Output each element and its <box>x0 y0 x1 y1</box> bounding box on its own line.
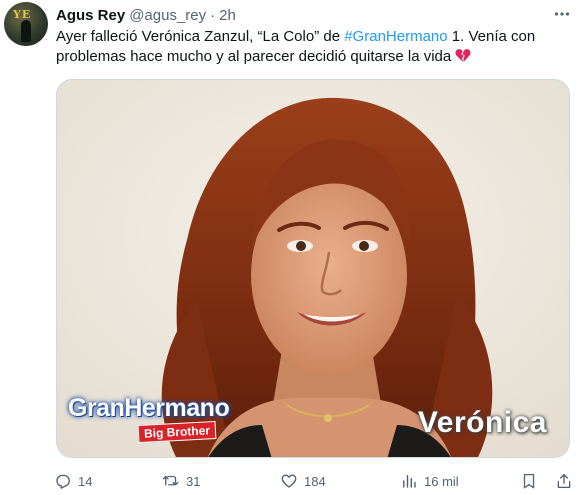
broken-heart-icon <box>455 49 471 62</box>
tweet-timestamp[interactable]: 2h <box>219 7 236 24</box>
more-icon <box>554 12 570 16</box>
views-count: 16 mil <box>424 473 459 489</box>
photo-caption-name: Verónica <box>417 406 547 439</box>
avatar-text: YE <box>13 8 32 21</box>
tweet-actions-bar: 14 31 184 16 mil <box>50 470 578 492</box>
share-button[interactable] <box>555 470 573 492</box>
tweet-text: Ayer falleció Verónica Zanzul, “La Colo”… <box>56 27 576 67</box>
retweet-count: 31 <box>186 473 201 489</box>
like-button[interactable]: 184 <box>280 470 326 492</box>
tweet[interactable]: YE Agus Rey @agus_rey · 2h Ayer falleció… <box>0 0 583 495</box>
hashtag-link[interactable]: #GranHermano <box>344 28 447 45</box>
heart-icon <box>281 474 297 488</box>
separator-dot: · <box>210 6 216 24</box>
reply-count: 14 <box>78 473 93 489</box>
retweet-icon <box>162 475 179 486</box>
bookmark-icon <box>523 473 535 489</box>
avatar-figure <box>21 20 31 42</box>
reply-icon <box>56 474 70 489</box>
avatar[interactable]: YE <box>4 2 48 46</box>
tweet-text-before: Ayer falleció Verónica Zanzul, “La Colo”… <box>56 28 345 45</box>
reply-button[interactable]: 14 <box>54 470 92 492</box>
tweet-header: Agus Rey @agus_rey · 2h <box>56 5 236 25</box>
views-button[interactable]: 16 mil <box>400 470 459 492</box>
retweet-button[interactable]: 31 <box>162 470 200 492</box>
author-handle[interactable]: @agus_rey <box>129 7 206 24</box>
tweet-media-image[interactable]: GranHermano Big Brother Verónica <box>56 79 570 458</box>
author-display-name[interactable]: Agus Rey <box>56 7 125 24</box>
views-chart-icon <box>403 475 416 488</box>
share-icon <box>557 473 571 489</box>
gran-hermano-logo: GranHermano <box>68 394 230 422</box>
more-options-button[interactable] <box>551 4 573 24</box>
like-count: 184 <box>304 473 326 489</box>
bookmark-button[interactable] <box>520 470 538 492</box>
